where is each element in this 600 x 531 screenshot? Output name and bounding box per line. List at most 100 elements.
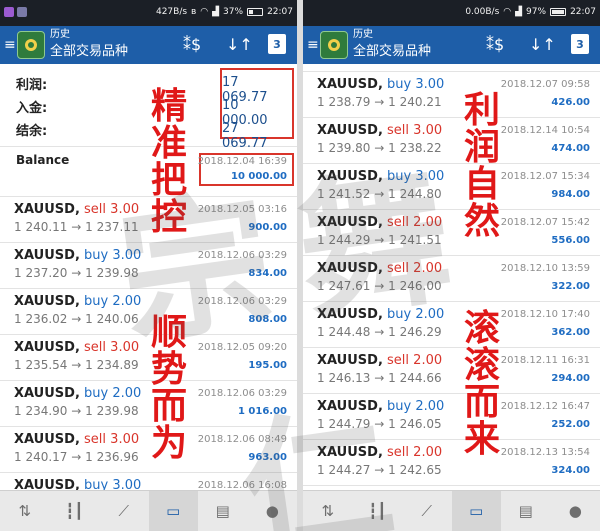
open-price: 1 247.61: [317, 279, 371, 293]
news-icon[interactable]: ▤: [198, 491, 248, 531]
trade-date: 2018.12.10 13:59: [500, 263, 590, 274]
trade-row[interactable]: XAUUSD, buy 3.00 1 237.20 → 1 239.98 201…: [0, 243, 297, 289]
symbol-filter-icon[interactable]: ⁑$: [486, 35, 504, 55]
close-price: 1 239.98: [85, 404, 139, 418]
arrow: →: [71, 266, 82, 280]
trade-profit: 556.00: [551, 235, 590, 246]
menu-icon[interactable]: ≡: [4, 36, 16, 54]
history-list[interactable]: XAUUSD, buy 3.00 1 238.79 → 1 240.21 201…: [303, 64, 600, 490]
chat-icon[interactable]: ●: [551, 491, 600, 531]
open-price: 1 244.48: [317, 325, 371, 339]
trade-row[interactable]: XAUUSD, sell 3.00 1 239.80 → 1 238.22 20…: [303, 118, 600, 164]
quotes-icon[interactable]: ⇅: [303, 491, 353, 531]
history-icon[interactable]: ▭: [148, 491, 198, 531]
trade-profit: 195.00: [248, 360, 287, 371]
arrow: →: [374, 417, 385, 431]
trade-profit: 294.00: [551, 373, 590, 384]
trade-row[interactable]: XAUUSD, buy 2.00 1 244.48 → 1 246.29 201…: [303, 302, 600, 348]
trade-date: 2018.12.07 15:34: [500, 171, 590, 182]
trade-date: 2018.12.14 10:54: [500, 125, 590, 136]
trade-row[interactable]: XAUUSD, buy 3.00 1 238.79 → 1 240.21 201…: [303, 72, 600, 118]
symbol-filter-label[interactable]: 全部交易品种: [353, 43, 431, 60]
app-notification-icon: [4, 7, 14, 17]
trade-date: 2018.12.06 08:49: [197, 434, 287, 445]
open-price: 1 236.02: [14, 312, 68, 326]
trade-row[interactable]: XAUUSD, buy 2.00 1 244.79 → 1 246.05 201…: [303, 394, 600, 440]
trade-row[interactable]: XAUUSD, sell 2.00 1 246.13 → 1 244.66 20…: [303, 348, 600, 394]
trade-icon[interactable]: ⟋: [99, 491, 149, 531]
trade-icon[interactable]: ⟋: [402, 491, 452, 531]
battery-icon: [550, 8, 567, 16]
trade-action: sell: [387, 215, 410, 230]
quotes-icon[interactable]: ⇅: [0, 491, 50, 531]
trade-volume: 2.00: [415, 399, 445, 414]
trade-date: 2018.12.11 16:31: [500, 355, 590, 366]
app-logo-icon[interactable]: [320, 31, 348, 59]
history-icon[interactable]: ▭: [451, 491, 501, 531]
trade-symbol: XAUUSD,: [14, 386, 80, 401]
close-price: 1 240.21: [388, 95, 442, 109]
sort-icon[interactable]: ↓↑: [529, 35, 556, 55]
trade-row[interactable]: XAUUSD, sell 2.00 1 244.29 → 1 241.51 20…: [303, 210, 600, 256]
trade-symbol: XAUUSD,: [317, 123, 383, 138]
chart-icon[interactable]: ┇┃: [353, 491, 403, 531]
close-price: 1 246.05: [388, 417, 442, 431]
open-price: 1 235.54: [14, 358, 68, 372]
list-top-edge: [303, 64, 600, 72]
chat-icon[interactable]: ●: [248, 491, 298, 531]
trade-action: sell: [84, 340, 107, 355]
trade-symbol: XAUUSD,: [14, 248, 80, 263]
arrow: →: [374, 325, 385, 339]
menu-icon[interactable]: ≡: [307, 36, 319, 54]
trade-date: 2018.12.06 03:29: [197, 296, 287, 307]
trade-date: 2018.12.06 03:29: [197, 250, 287, 261]
trade-profit: 426.00: [551, 97, 590, 108]
close-price: 1 246.00: [388, 279, 442, 293]
trade-profit: 362.00: [551, 327, 590, 338]
trade-symbol: XAUUSD,: [14, 432, 80, 447]
trade-date: 2018.12.10 17:40: [500, 309, 590, 320]
trade-volume: 3.00: [413, 123, 443, 138]
network-speed: 0.00B/s: [465, 7, 500, 17]
symbol-filter-label[interactable]: 全部交易品种: [50, 43, 128, 60]
signal-icon: ▟: [212, 7, 220, 17]
trade-action: buy: [84, 248, 109, 263]
open-price: 1 244.79: [317, 417, 371, 431]
arrow: →: [374, 187, 385, 201]
symbol-filter-icon[interactable]: ⁑$: [183, 35, 201, 55]
trade-row[interactable]: XAUUSD, sell 2.00 1 247.61 → 1 246.00 20…: [303, 256, 600, 302]
trade-profit: 252.00: [551, 419, 590, 430]
app-logo-icon[interactable]: [17, 31, 45, 59]
close-price: 1 236.96: [85, 450, 139, 464]
news-icon[interactable]: ▤: [501, 491, 551, 531]
trade-action: sell: [84, 432, 107, 447]
profit-label: 利润:: [16, 78, 48, 93]
signal-icon: ▟: [515, 7, 523, 17]
trade-row[interactable]: XAUUSD, buy 3.00 1 241.52 → 1 244.80 201…: [303, 164, 600, 210]
open-price: 1 241.52: [317, 187, 371, 201]
trade-volume: 3.00: [110, 340, 140, 355]
calendar-icon[interactable]: 3: [571, 34, 589, 54]
trade-volume: 3.00: [415, 169, 445, 184]
chart-icon[interactable]: ┇┃: [50, 491, 100, 531]
open-price: 1 237.20: [14, 266, 68, 280]
trade-row[interactable]: XAUUSD, buy 3.00 2018.12.06 16:08: [0, 473, 297, 490]
open-price: 1 238.79: [317, 95, 371, 109]
trade-symbol: XAUUSD,: [317, 215, 383, 230]
sort-icon[interactable]: ↓↑: [226, 35, 253, 55]
trade-volume: 2.00: [112, 386, 142, 401]
trade-volume: 2.00: [413, 261, 443, 276]
trade-profit: 834.00: [248, 268, 287, 279]
trade-profit: 808.00: [248, 314, 287, 325]
trade-volume: 2.00: [413, 215, 443, 230]
network-speed: 427B/s: [155, 7, 188, 17]
trade-action: buy: [84, 478, 109, 490]
calligraphy-overlay: 精 准 把 控: [150, 85, 187, 238]
trade-date: 2018.12.07 15:42: [500, 217, 590, 228]
calendar-icon[interactable]: 3: [268, 34, 286, 54]
trade-row[interactable]: XAUUSD, sell 2.00 1 244.27 → 1 242.65 20…: [303, 440, 600, 486]
trade-action: buy: [84, 386, 109, 401]
trade-date: 2018.12.05 03:16: [197, 204, 287, 215]
notification-icons: [4, 7, 27, 17]
arrow: →: [71, 358, 82, 372]
